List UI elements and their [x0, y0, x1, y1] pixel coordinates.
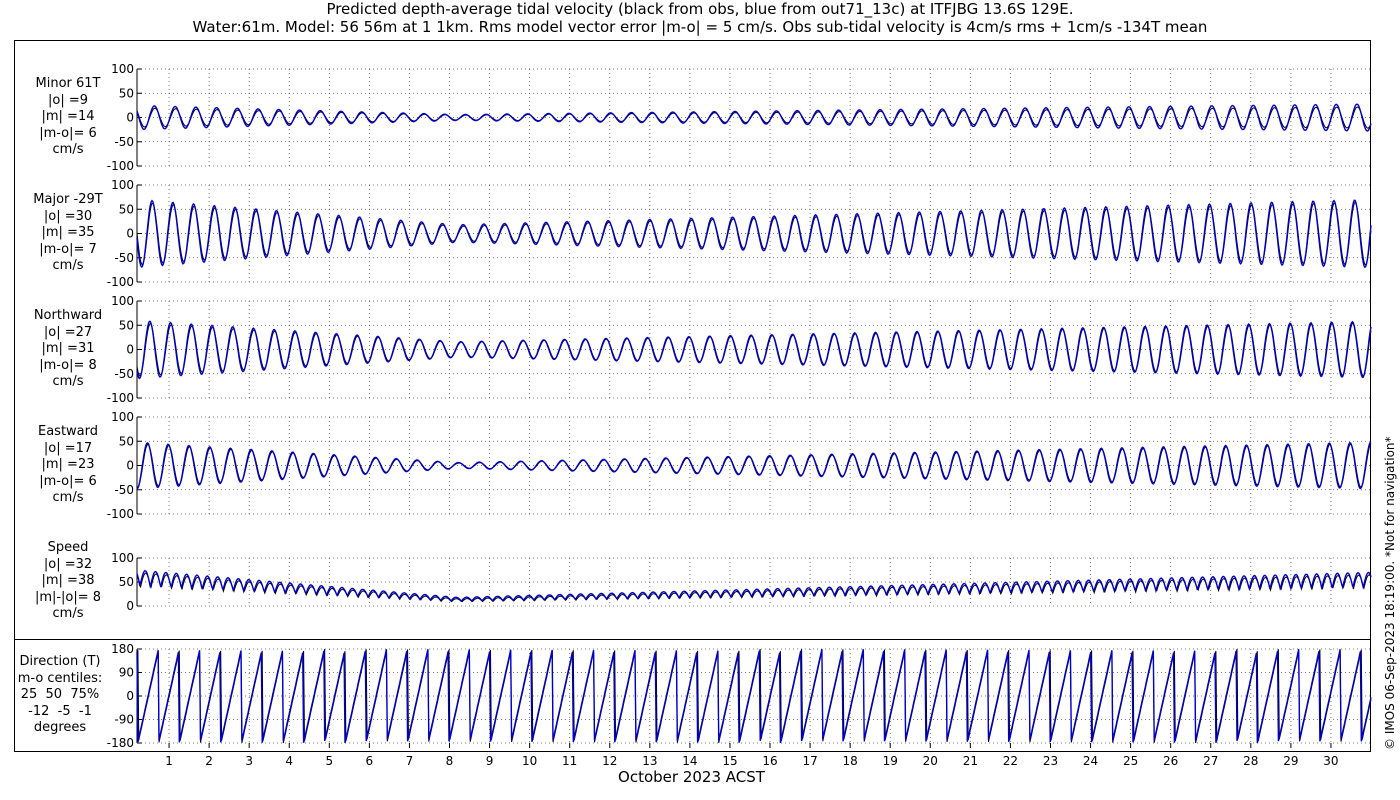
panel-speed: 0 50 100 [111, 551, 1372, 613]
x-tick-label: 2 [205, 754, 213, 768]
panel-northward: -100 -50 0 50 100 [107, 294, 1372, 405]
panel-major: -100 -50 0 50 100 [107, 178, 1372, 289]
y-tick-label: -180 [107, 736, 134, 750]
x-tick-label: 1 [165, 754, 173, 768]
y-tick-label: 100 [111, 178, 134, 192]
panel-label-major: Major -29T |o| =30 |m| =35 |m-o|= 7 cm/s [33, 192, 103, 273]
y-tick-label: 0 [126, 459, 134, 473]
x-tick-label: 20 [923, 754, 938, 768]
x-axis-label: October 2023 ACST [618, 768, 765, 786]
x-tick-label: 14 [682, 754, 697, 768]
x-tick-label: 30 [1323, 754, 1338, 768]
x-tick-label: 23 [1043, 754, 1058, 768]
y-tick-label: -100 [107, 159, 134, 173]
series-model-northward [136, 320, 1372, 380]
x-tick-label: 29 [1283, 754, 1298, 768]
panel-label-direction: Direction (T) m-o centiles: 25 50 75% -1… [17, 654, 103, 735]
x-tick-label: 11 [562, 754, 577, 768]
x-tick-label: 15 [722, 754, 737, 768]
y-tick-label: 0 [126, 111, 134, 125]
y-tick-label: -100 [107, 275, 134, 289]
panel-label-northward: Northward |o| =27 |m| =31 |m-o|= 8 cm/s [33, 308, 103, 389]
x-tick-label: 28 [1243, 754, 1258, 768]
y-tick-label: -90 [114, 713, 134, 727]
y-tick-label: -50 [114, 251, 134, 265]
x-tick-label: 17 [802, 754, 817, 768]
x-tick-label: 18 [843, 754, 858, 768]
panel-direction: -180 -90 0 90 180 [107, 642, 1372, 750]
y-tick-label: -100 [107, 507, 134, 521]
x-tick-label: 19 [883, 754, 898, 768]
y-tick-label: 90 [119, 666, 134, 680]
y-tick-label: 50 [119, 434, 134, 448]
y-tick-label: 0 [126, 689, 134, 703]
x-tick-label: 12 [602, 754, 617, 768]
x-tick-label: 7 [406, 754, 414, 768]
x-tick-label: 25 [1123, 754, 1138, 768]
y-tick-label: 50 [119, 202, 134, 216]
panel-label-minor: Minor 61T |o| =9 |m| =14 |m-o|= 6 cm/s [35, 76, 101, 157]
x-tick-label: 21 [963, 754, 978, 768]
tidal-velocity-chart: -100-50050100-100-50050100-100-50050100-… [107, 62, 1372, 768]
x-tick-label: 9 [486, 754, 494, 768]
y-tick-label: 100 [111, 294, 134, 308]
x-tick-label: 5 [325, 754, 333, 768]
x-tick-label: 13 [642, 754, 657, 768]
panel-eastward: -100 -50 0 50 100 [107, 410, 1372, 521]
series-model-speed [136, 569, 1372, 603]
y-tick-label: 50 [119, 318, 134, 332]
x-tick-label: 27 [1203, 754, 1218, 768]
y-tick-label: 100 [111, 551, 134, 565]
x-tick-label: 8 [446, 754, 454, 768]
panel-minor: -100 -50 0 50 100 [107, 62, 1372, 173]
y-tick-label: 100 [111, 410, 134, 424]
y-tick-label: -50 [114, 135, 134, 149]
panel-label-speed: Speed |o| =32 |m| =38 |m|-|o|= 8 cm/s [34, 540, 102, 621]
y-tick-label: 0 [126, 343, 134, 357]
x-tick-label: 24 [1083, 754, 1098, 768]
y-tick-label: -50 [114, 367, 134, 381]
credit-notice: © IMOS 06-Sep-2023 18:19:00. *Not for na… [1383, 436, 1397, 750]
x-tick-label: 16 [762, 754, 777, 768]
y-tick-label: 0 [126, 227, 134, 241]
y-tick-label: 100 [111, 62, 134, 76]
x-tick-label: 6 [366, 754, 374, 768]
x-tick-label: 22 [1003, 754, 1018, 768]
y-tick-label: 50 [119, 575, 134, 589]
y-tick-label: -100 [107, 391, 134, 405]
y-tick-label: 50 [119, 86, 134, 100]
x-tick-label: 3 [245, 754, 253, 768]
x-tick-label: 10 [522, 754, 537, 768]
y-tick-label: 180 [111, 642, 134, 656]
y-tick-label: 0 [126, 599, 134, 613]
x-axis: 1 2 3 4 5 6 7 8 9 10 11 12 13 14 15 16 17 18 19 20 21 22 23 24 2… [165, 743, 1339, 768]
y-tick-label: -50 [114, 483, 134, 497]
x-tick-label: 4 [285, 754, 293, 768]
x-tick-label: 26 [1163, 754, 1178, 768]
panel-label-eastward: Eastward |o| =17 |m| =23 |m-o|= 6 cm/s [37, 424, 99, 505]
